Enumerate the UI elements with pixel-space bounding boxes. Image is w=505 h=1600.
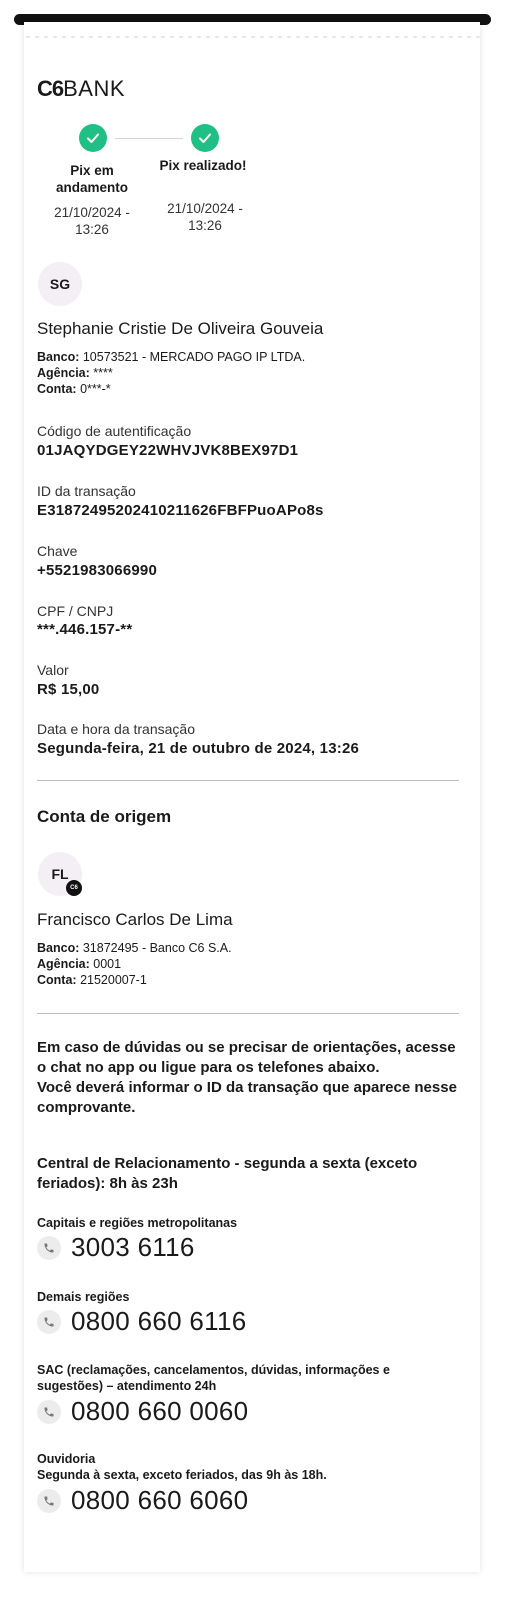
phone-3-label: SAC (reclamações, cancelamentos, dúvidas… xyxy=(37,1363,390,1393)
divider-2 xyxy=(37,1013,459,1014)
divider-1 xyxy=(37,780,459,781)
step-1-title: Pix em andamento xyxy=(55,163,128,195)
amount-label: Valor xyxy=(37,662,69,678)
phone-3[interactable]: 0800 660 0060 xyxy=(37,1396,248,1427)
phone-2[interactable]: 0800 660 6116 xyxy=(37,1306,246,1337)
phone-4-sublabel: Segunda à sexta, exceto feriados, das 9h… xyxy=(37,1468,327,1482)
datetime-label: Data e hora da transação xyxy=(37,721,195,737)
phone-icon xyxy=(37,1235,61,1260)
pix-key-label: Chave xyxy=(37,543,78,559)
phone-1-label: Capitais e regiões metropolitanas xyxy=(37,1216,238,1230)
cpf-cnpj-label: CPF / CNPJ xyxy=(37,603,114,619)
datetime-value: Segunda-feira, 21 de outubro de 2024, 13… xyxy=(37,740,360,757)
origin-section-title: Conta de origem xyxy=(37,807,172,826)
step-2-check-icon xyxy=(191,124,219,152)
phone-1[interactable]: 3003 6116 xyxy=(37,1232,195,1263)
step-1-date: 21/10/2024 - 13:26 xyxy=(54,205,130,237)
phone-4-label: Ouvidoria xyxy=(37,1452,96,1466)
origin-bank-info: Banco: 31872495 - Banco C6 S.A. Agência:… xyxy=(37,941,232,987)
cpf-cnpj-value: ***.446.157-** xyxy=(37,621,133,638)
help-text: Em caso de dúvidas ou se precisar de ori… xyxy=(37,1039,457,1116)
receipt-paper xyxy=(24,22,480,1572)
auth-code-value: 01JAQYDGEY22WHVJVK8BEX97D1 xyxy=(37,442,299,459)
phone-icon xyxy=(37,1399,61,1424)
phone-4-number: 0800 660 6060 xyxy=(71,1485,249,1515)
phone-icon xyxy=(37,1309,61,1334)
phone-1-number: 3003 6116 xyxy=(71,1232,195,1262)
phone-2-label: Demais regiões xyxy=(37,1290,130,1304)
transaction-id-value: E31872495202410211626FBFPuoAPo8s xyxy=(37,502,324,519)
recipient-avatar: SG xyxy=(38,262,82,306)
step-2-title: Pix realizado! xyxy=(159,158,247,173)
phone-2-number: 0800 660 6116 xyxy=(71,1306,247,1336)
recipient-initials: SG xyxy=(49,276,71,292)
origin-initials: FL xyxy=(51,866,69,882)
step-connector xyxy=(115,138,183,139)
auth-code-label: Código de autentificação xyxy=(37,423,192,439)
step-1-check-icon xyxy=(79,124,107,152)
receipt-torn-edge xyxy=(24,1560,480,1576)
origin-name: Francisco Carlos De Lima xyxy=(37,910,233,929)
pix-key-value: +5521983066990 xyxy=(37,562,158,579)
phone-3-number: 0800 660 0060 xyxy=(71,1396,249,1426)
recipient-name: Stephanie Cristie De Oliveira Gouveia xyxy=(37,319,324,338)
phone-4[interactable]: 0800 660 6060 xyxy=(37,1485,248,1516)
c6-bank-logo: C6BANK xyxy=(37,76,126,101)
c6-badge-icon: C6 xyxy=(66,880,82,896)
receipt-perforation-top xyxy=(24,36,480,42)
recipient-bank-info: Banco: 10573521 - MERCADO PAGO IP LTDA. … xyxy=(37,350,306,396)
amount-value: R$ 15,00 xyxy=(37,681,100,698)
phone-icon xyxy=(37,1488,61,1513)
step-2-date: 21/10/2024 - 13:26 xyxy=(167,201,243,233)
transaction-id-label: ID da transação xyxy=(37,483,136,499)
central-hours: Central de Relacionamento - segunda a se… xyxy=(37,1155,418,1192)
